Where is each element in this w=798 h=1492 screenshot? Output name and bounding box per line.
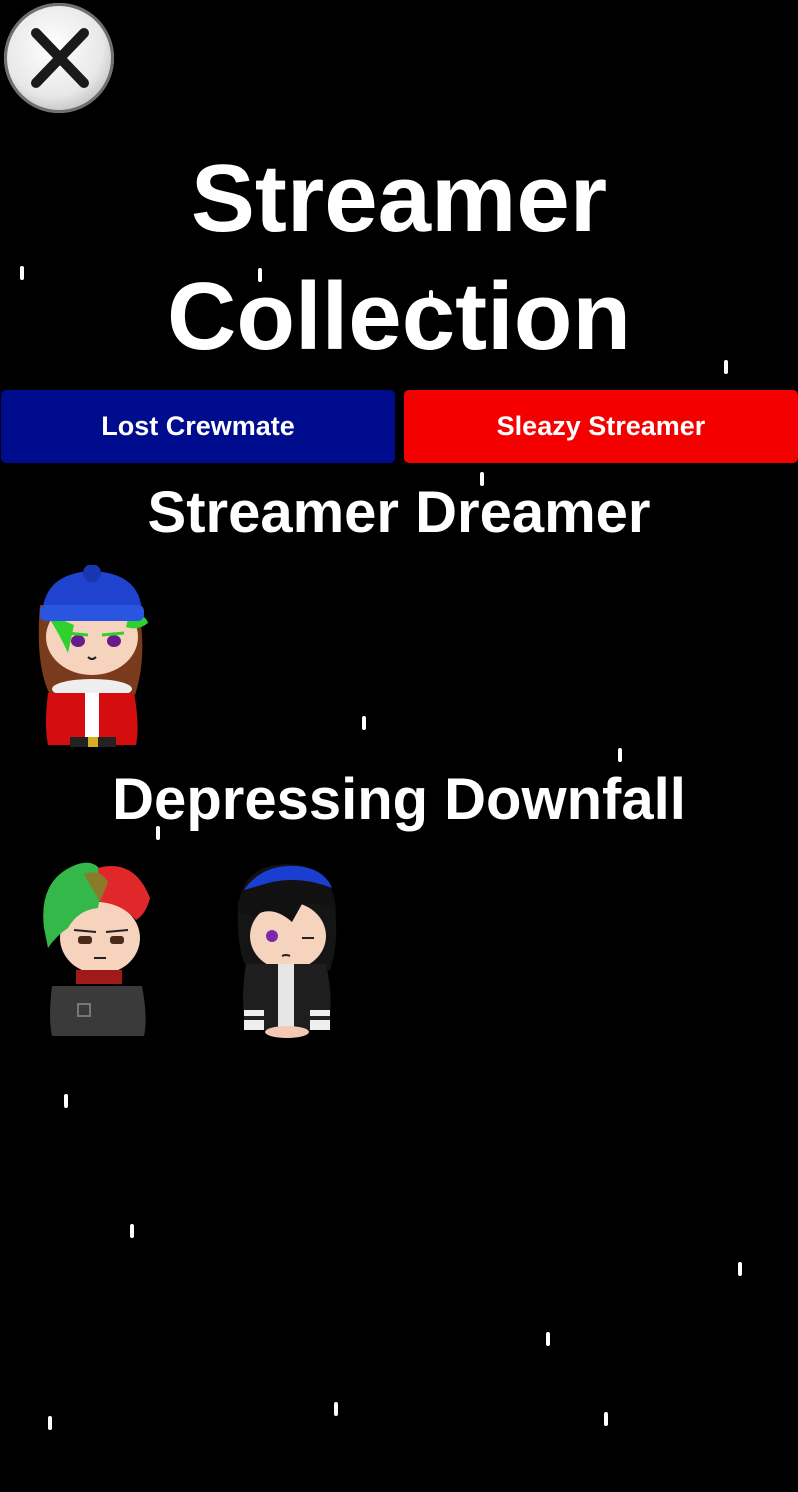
snowflake (362, 716, 366, 730)
close-x-icon (31, 28, 89, 88)
page-title: Streamer Collection (166, 145, 631, 370)
snowflake (429, 290, 433, 304)
snowflake (546, 1332, 550, 1346)
close-button[interactable] (4, 3, 114, 113)
snowflake (20, 266, 24, 280)
snowflake (480, 472, 484, 486)
snowflake (64, 1094, 68, 1108)
section-title-depressing-downfall: Depressing Downfall (112, 767, 686, 832)
snowflake (738, 1262, 742, 1276)
green-red-hair-character[interactable] (38, 858, 156, 1040)
snowflake (48, 1416, 52, 1430)
tab-sleazy-streamer[interactable]: Sleazy Streamer (404, 390, 798, 463)
snowflake (258, 268, 262, 282)
section-title-streamer-dreamer: Streamer Dreamer (147, 480, 651, 545)
snowflake (334, 1402, 338, 1416)
snowflake (604, 1412, 608, 1426)
black-blue-hair-character[interactable] (232, 860, 342, 1038)
snowflake (130, 1224, 134, 1238)
winter-hat-character[interactable] (30, 564, 155, 755)
tab-lost-crewmate[interactable]: Lost Crewmate (1, 390, 395, 463)
snowflake (156, 826, 160, 840)
snowflake (724, 360, 728, 374)
snowflake (618, 748, 622, 762)
